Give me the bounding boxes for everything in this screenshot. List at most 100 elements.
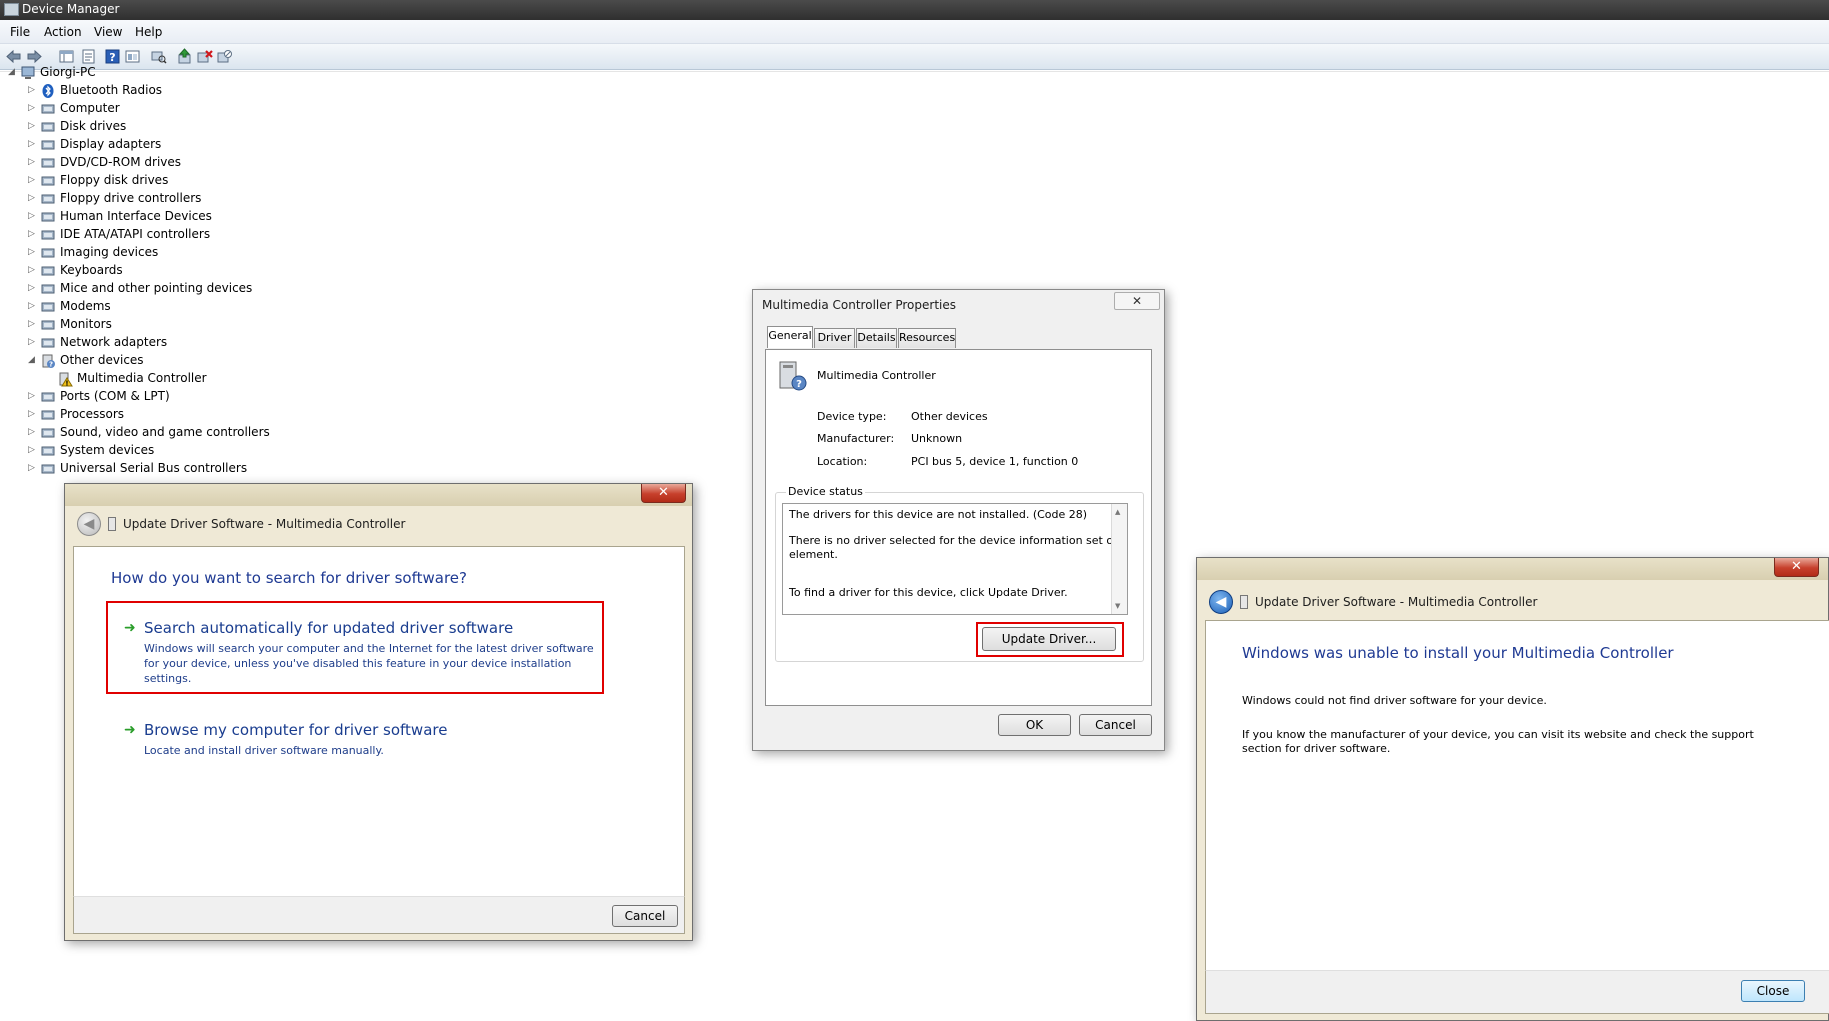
close-button[interactable]: Close [1741, 980, 1805, 1002]
scan-hardware-icon[interactable] [150, 48, 167, 65]
tab-general[interactable]: General [767, 326, 813, 348]
dialog-title: Update Driver Software - Multimedia Cont… [123, 517, 406, 531]
device-icon [108, 517, 116, 531]
help-icon[interactable]: ? [104, 48, 121, 65]
update-driver-button[interactable]: Update Driver... [982, 627, 1116, 651]
floppy-disk-icon [40, 173, 56, 189]
hid-icon [40, 209, 56, 225]
uninstall-icon[interactable] [196, 48, 213, 65]
tab-details[interactable]: Details [856, 328, 897, 348]
forward-arrow-icon[interactable] [26, 48, 43, 65]
message-line: If you know the manufacturer of your dev… [1242, 728, 1754, 741]
expand-triangle-icon[interactable]: ▷ [28, 246, 38, 258]
expand-triangle-icon[interactable]: ▷ [28, 84, 38, 96]
expand-triangle-icon[interactable]: ▷ [28, 228, 38, 240]
tree-item-label: IDE ATA/ATAPI controllers [60, 227, 211, 241]
properties-icon[interactable] [80, 48, 97, 65]
tree-item-label: Computer [60, 101, 120, 115]
message-line: section for driver software. [1242, 742, 1391, 755]
expand-triangle-icon[interactable]: ▷ [28, 300, 38, 312]
close-icon[interactable]: ✕ [1114, 292, 1160, 310]
sound-icon [40, 425, 56, 441]
unknown-device-icon: ? [776, 360, 808, 392]
expand-triangle-icon[interactable]: ▷ [28, 282, 38, 294]
tree-item-label: System devices [60, 443, 155, 457]
expand-triangle-icon[interactable]: ▷ [28, 156, 38, 168]
show-hide-console-tree-icon[interactable] [58, 48, 75, 65]
window-title: Device Manager [22, 2, 120, 16]
dvd-drive-icon [40, 155, 56, 171]
expand-triangle-icon[interactable]: ▷ [28, 462, 38, 474]
general-tab-panel: ? Multimedia Controller Device type: Oth… [765, 349, 1152, 706]
expand-triangle-icon[interactable]: ▷ [28, 318, 38, 330]
other-devices-icon: ? [40, 353, 56, 369]
console-view-icon[interactable] [124, 48, 141, 65]
tree-item-label: Floppy drive controllers [60, 191, 202, 205]
option-title: Search automatically for updated driver … [144, 619, 514, 637]
scroll-down-icon[interactable]: ▼ [1115, 602, 1120, 610]
location-label: Location: [817, 455, 868, 468]
tab-driver[interactable]: Driver [814, 328, 855, 348]
option-desc: for your device, unless you've disabled … [144, 657, 572, 670]
update-driver-icon[interactable] [176, 48, 193, 65]
menu-help[interactable]: Help [135, 25, 162, 39]
tree-item-label: Keyboards [60, 263, 123, 277]
properties-dialog: Multimedia Controller Properties ✕ Gener… [752, 289, 1165, 751]
expand-triangle-icon[interactable]: ▷ [28, 264, 38, 276]
tree-item-label: Other devices [60, 353, 144, 367]
device-status-text[interactable]: The drivers for this device are not inst… [782, 503, 1128, 615]
cancel-button[interactable]: Cancel [1079, 714, 1152, 736]
green-arrow-icon: ➜ [124, 620, 136, 636]
expand-triangle-icon[interactable]: ▷ [28, 444, 38, 456]
back-arrow-icon[interactable] [5, 48, 22, 65]
option-desc: Locate and install driver software manua… [144, 744, 384, 757]
processor-icon [40, 407, 56, 423]
usb-icon [40, 461, 56, 477]
tree-item-label: Processors [60, 407, 125, 421]
expand-triangle-icon[interactable]: ▷ [28, 426, 38, 438]
keyboard-icon [40, 263, 56, 279]
expand-triangle-icon[interactable]: ▷ [28, 102, 38, 114]
computer-icon [40, 101, 56, 117]
device-icon [1240, 595, 1248, 609]
expand-triangle-icon[interactable]: ▷ [28, 192, 38, 204]
back-button-icon[interactable]: ◀ [1209, 590, 1233, 614]
tree-item-label: Disk drives [60, 119, 127, 133]
modem-icon [40, 299, 56, 315]
message-line: Windows could not find driver software f… [1242, 694, 1547, 707]
scroll-up-icon[interactable]: ▲ [1115, 508, 1120, 516]
expand-triangle-icon[interactable]: ▷ [28, 336, 38, 348]
expand-triangle-icon[interactable]: ▷ [28, 174, 38, 186]
location-value: PCI bus 5, device 1, function 0 [911, 455, 1079, 468]
device-type-value: Other devices [911, 410, 988, 423]
menu-view[interactable]: View [94, 25, 122, 39]
close-icon[interactable]: ✕ [641, 484, 686, 503]
option-title: Browse my computer for driver software [144, 721, 448, 739]
menu-action[interactable]: Action [44, 25, 82, 39]
disk-drive-icon [40, 119, 56, 135]
expand-triangle-icon[interactable]: ▷ [28, 210, 38, 222]
expand-triangle-icon[interactable]: ▷ [28, 408, 38, 420]
update-driver-dialog-search: ✕ How do you want to search for driver s… [64, 483, 693, 941]
status-scrollbar[interactable]: ▲ ▼ [1111, 504, 1127, 614]
expand-triangle-icon[interactable]: ▷ [28, 120, 38, 132]
dialog-content: Windows was unable to install your Multi… [1205, 620, 1829, 970]
collapse-triangle-icon[interactable]: ◢ [8, 66, 18, 78]
system-device-icon [40, 443, 56, 459]
computer-root-icon [20, 65, 36, 81]
disable-icon[interactable] [216, 48, 233, 65]
display-adapter-icon [40, 137, 56, 153]
expand-triangle-icon[interactable]: ▷ [28, 390, 38, 402]
status-line: To find a driver for this device, click … [789, 586, 1068, 599]
cancel-button[interactable]: Cancel [612, 905, 678, 927]
ok-button[interactable]: OK [998, 714, 1071, 736]
tab-resources[interactable]: Resources [898, 328, 956, 348]
back-button-icon[interactable]: ◀ [77, 512, 101, 536]
status-line: element. [789, 548, 838, 561]
svg-text:?: ? [49, 361, 53, 369]
collapse-triangle-icon[interactable]: ◢ [28, 354, 38, 366]
device-manager-app-icon [4, 3, 19, 16]
expand-triangle-icon[interactable]: ▷ [28, 138, 38, 150]
close-icon[interactable]: ✕ [1774, 558, 1819, 577]
menu-file[interactable]: File [10, 25, 30, 39]
